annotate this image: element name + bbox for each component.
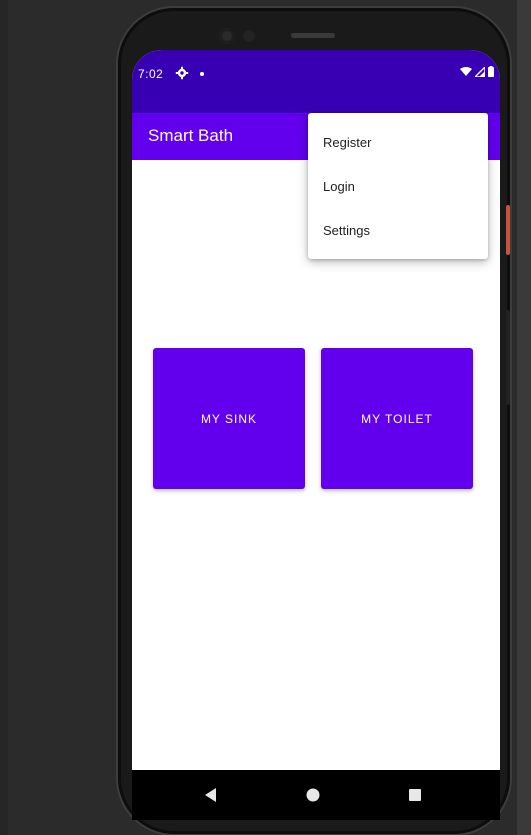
menu-item-label: Login <box>323 179 355 194</box>
my-toilet-button[interactable]: MY TOILET <box>321 348 473 489</box>
overflow-menu: Register Login Settings <box>308 113 488 259</box>
menu-item-login[interactable]: Login <box>308 165 488 209</box>
home-icon <box>306 788 320 802</box>
status-time: 7:02 <box>138 67 164 81</box>
menu-item-label: Register <box>323 135 372 150</box>
status-icons <box>460 66 494 77</box>
gear-icon <box>175 66 189 80</box>
emulator-canvas: 7:02 Smart Bath MY SINK MY TOILET Regist… <box>0 0 531 835</box>
signal-icon <box>475 66 485 77</box>
menu-item-settings[interactable]: Settings <box>308 209 488 253</box>
front-camera <box>219 28 235 44</box>
my-sink-button[interactable]: MY SINK <box>153 348 305 489</box>
menu-item-register[interactable]: Register <box>308 121 488 165</box>
emulator-right-edge <box>517 0 531 835</box>
proximity-sensor <box>243 30 255 42</box>
navigation-bar <box>132 770 500 820</box>
home-button[interactable] <box>300 782 326 808</box>
menu-item-label: Settings <box>323 223 370 238</box>
app-title: Smart Bath <box>148 126 234 145</box>
back-icon <box>205 788 216 802</box>
recents-button[interactable] <box>402 782 428 808</box>
battery-icon <box>488 66 494 77</box>
power-button[interactable] <box>506 205 510 255</box>
recents-icon <box>409 789 421 801</box>
emulator-left-edge <box>0 0 8 835</box>
volume-button[interactable] <box>506 310 510 405</box>
notification-dot-icon <box>200 72 204 76</box>
earpiece-speaker <box>291 33 335 38</box>
my-sink-label: MY SINK <box>200 411 258 426</box>
status-bar: 7:02 <box>132 50 500 113</box>
my-toilet-label: MY TOILET <box>361 411 433 426</box>
back-button[interactable] <box>198 782 224 808</box>
wifi-icon <box>460 66 472 76</box>
